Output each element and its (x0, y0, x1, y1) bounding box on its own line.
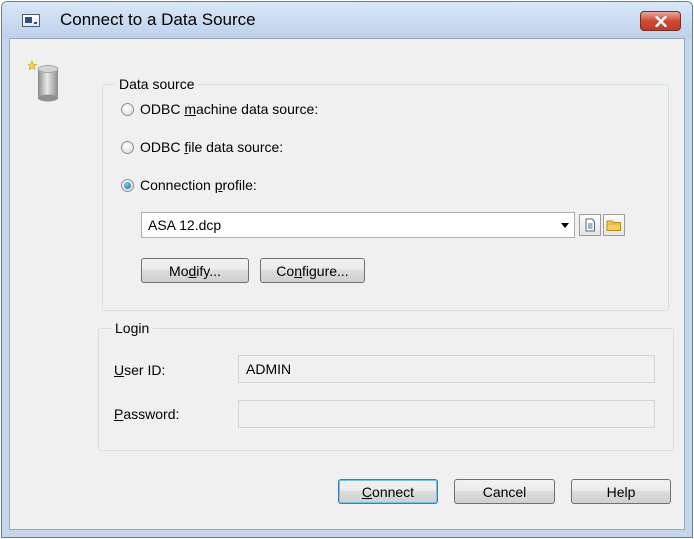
radio-odbc-machine-indicator[interactable] (121, 102, 134, 116)
user-id-label: User ID: (114, 362, 166, 378)
close-button[interactable] (640, 11, 681, 31)
user-id-field[interactable]: ADMIN (238, 355, 655, 383)
radio-odbc-file-indicator[interactable] (121, 140, 134, 154)
radio-odbc-machine[interactable]: ODBC machine data source: (121, 101, 318, 117)
radio-odbc-file-label: ODBC file data source: (140, 139, 284, 155)
database-icon (28, 60, 59, 102)
configure-button[interactable]: Configure... (260, 258, 365, 283)
radio-odbc-machine-label: ODBC machine data source: (140, 101, 319, 117)
radio-connection-profile[interactable]: Connection profile: (121, 177, 257, 193)
profile-combobox-value: ASA 12.dcp (148, 217, 222, 233)
data-source-label: Data source (115, 75, 199, 93)
radio-connection-profile-label: Connection profile: (140, 177, 257, 193)
new-document-icon (585, 218, 595, 232)
cancel-button-label: Cancel (482, 483, 527, 500)
new-profile-button[interactable] (579, 214, 601, 236)
close-icon (654, 15, 667, 27)
title-bar[interactable]: Connect to a Data Source (2, 2, 692, 38)
folder-icon (606, 220, 621, 231)
login-group: Login User ID: ADMIN Password: (98, 319, 674, 451)
data-source-group: Data source ODBC machine data source: OD… (102, 75, 669, 311)
radio-odbc-file[interactable]: ODBC file data source: (121, 139, 283, 155)
dialog-window: Connect to a Data Source Data source ODB… (1, 1, 693, 538)
dialog-content: Data source ODBC machine data source: OD… (9, 38, 685, 530)
login-label: Login (111, 319, 154, 337)
modify-button[interactable]: Modify... (141, 258, 249, 283)
profile-combobox[interactable]: ASA 12.dcp (141, 212, 575, 238)
window-title: Connect to a Data Source (60, 10, 256, 29)
cancel-button[interactable]: Cancel (454, 479, 555, 504)
connect-button-label: Connect (361, 483, 415, 500)
help-button[interactable]: Help (571, 479, 671, 504)
connect-button[interactable]: Connect (338, 479, 438, 504)
user-id-value: ADMIN (246, 361, 292, 377)
browse-profile-button[interactable] (603, 214, 625, 236)
help-button-label: Help (606, 483, 636, 500)
window-icon (22, 14, 40, 27)
password-field[interactable] (238, 400, 655, 428)
chevron-down-icon[interactable] (561, 223, 569, 228)
radio-connection-profile-indicator[interactable] (121, 178, 134, 192)
modify-button-label: Modify... (169, 262, 221, 279)
password-label: Password: (114, 406, 180, 422)
configure-button-label: Configure... (276, 262, 349, 279)
